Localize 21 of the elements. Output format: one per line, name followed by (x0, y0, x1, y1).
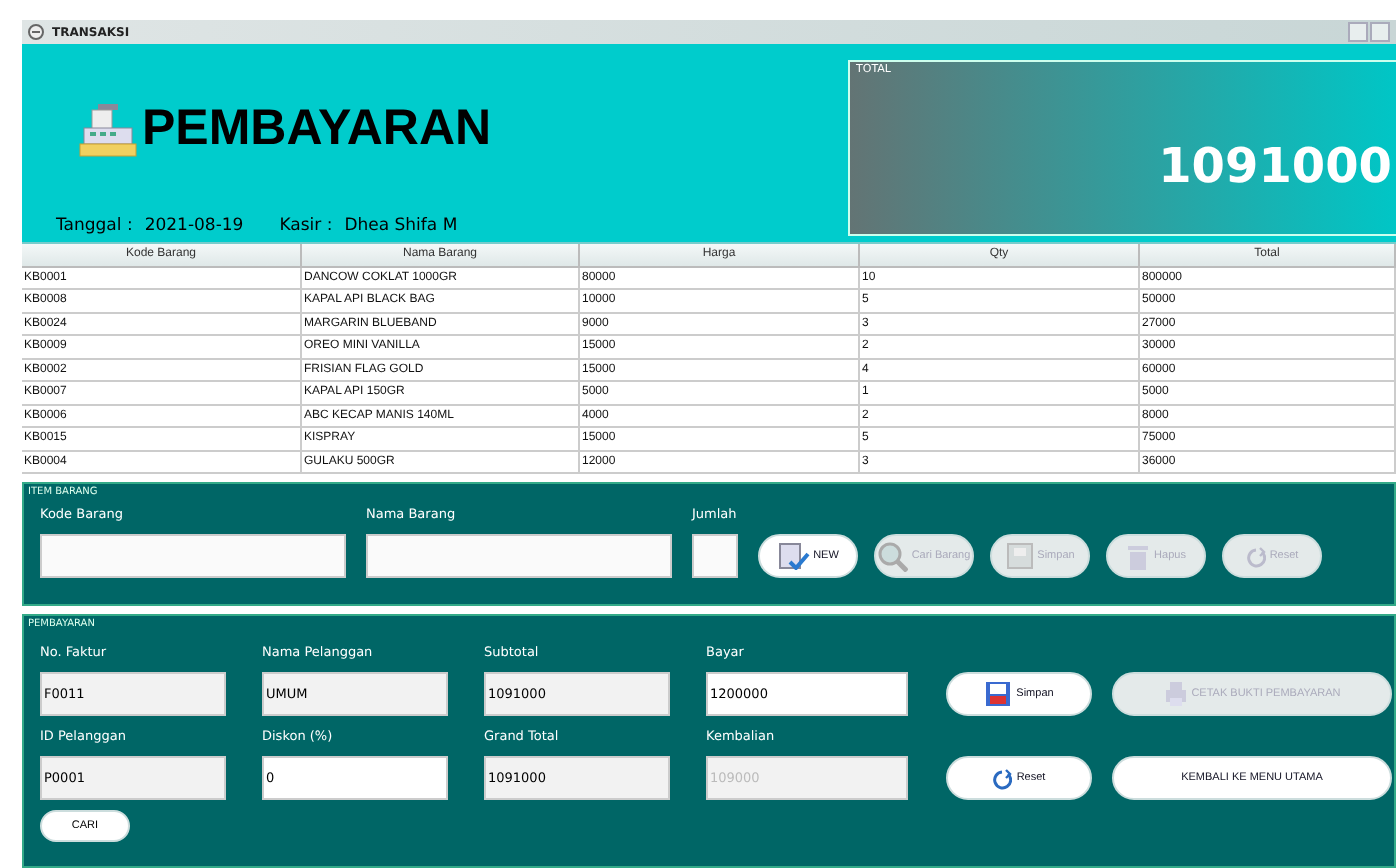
floppy-icon (1005, 542, 1034, 570)
cashier-name: Dhea Shifa M (344, 216, 458, 236)
cash-register-icon (78, 100, 138, 158)
floppy-icon (984, 680, 1013, 708)
maximize-button[interactable] (1370, 22, 1390, 42)
total-amount: 1091000 (1158, 138, 1394, 194)
input-field[interactable] (40, 534, 346, 578)
printer-icon (1163, 680, 1188, 708)
refresh-icon (992, 767, 1013, 789)
minimize-button[interactable] (1348, 22, 1368, 42)
input-field[interactable] (366, 534, 672, 578)
app-icon (28, 24, 44, 40)
refresh-icon (1245, 545, 1266, 567)
cashier-label: Kasir : (279, 216, 333, 236)
document-check-icon (777, 542, 810, 570)
input-field[interactable] (692, 534, 738, 578)
trash-icon (1126, 541, 1151, 571)
page-title: PEMBAYARAN (142, 100, 492, 158)
date-value: 2021-08-19 (144, 216, 244, 236)
search-icon (877, 541, 908, 571)
date-label: Tanggal : (56, 216, 133, 236)
